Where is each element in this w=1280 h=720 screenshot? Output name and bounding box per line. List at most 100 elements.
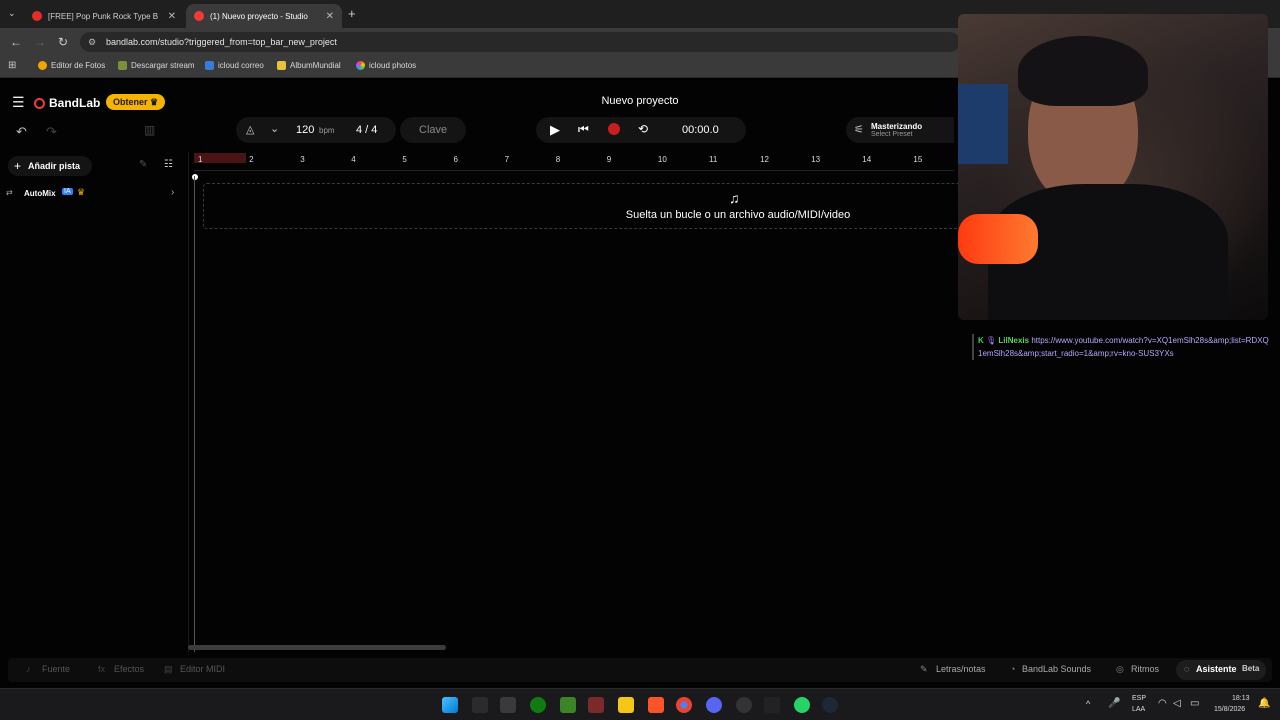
ruler-tick: 9 [606, 155, 612, 164]
obs-icon[interactable] [736, 697, 752, 713]
tempo-unit: bpm [319, 126, 335, 135]
ritmos-button[interactable]: Ritmos [1131, 664, 1159, 674]
bookmark-icloud-photos[interactable]: icloud photos [356, 61, 416, 70]
fx-icon: fx [98, 664, 106, 674]
keyboard-icon[interactable]: ▥ [144, 123, 155, 137]
chevron-down-icon[interactable]: ⌄ [270, 122, 279, 135]
widgets-icon[interactable] [472, 697, 488, 713]
brave-icon[interactable] [648, 697, 664, 713]
automix-icon: ⇄ [6, 188, 13, 197]
bookmark-label: AlbumMundial [290, 61, 341, 70]
mic-tray-icon[interactable]: 🎤 [1108, 698, 1120, 709]
ruler-tick: 11 [709, 155, 718, 164]
drop-zone[interactable] [203, 183, 963, 229]
store-icon[interactable] [500, 697, 516, 713]
notification-icon[interactable]: 🔔 [1258, 698, 1270, 709]
bookmark-icloud-correo[interactable]: icloud correo [205, 61, 264, 70]
redo-icon[interactable]: ↷ [46, 124, 57, 140]
bookmark-editor-fotos[interactable]: Editor de Fotos [38, 61, 105, 70]
record-icon[interactable] [608, 123, 620, 135]
clock-date: 15/8/2026 [1214, 706, 1246, 713]
loop-icon[interactable]: ⟲ [638, 122, 648, 136]
tray-chevron-icon[interactable]: ^ [1086, 699, 1090, 709]
photo-icon [38, 61, 47, 70]
horizontal-scrollbar[interactable] [188, 645, 446, 650]
crown-icon: ♛ [150, 97, 159, 107]
beta-badge: Beta [1242, 664, 1260, 673]
apps-grid-icon[interactable]: ⊞ [8, 60, 16, 71]
start-icon[interactable] [442, 697, 458, 713]
drop-zone-text: Suelta un bucle o un archivo audio/MIDI/… [625, 209, 851, 221]
url-input[interactable]: ⚙ bandlab.com/studio?triggered_from=top_… [80, 32, 960, 52]
lang-top[interactable]: ESP [1132, 695, 1146, 702]
playhead-line [194, 176, 195, 652]
site-info-icon[interactable]: ⚙ [88, 32, 96, 52]
bandlab-sounds-button[interactable]: BandLab Sounds [1022, 664, 1091, 674]
bandlab-logo[interactable]: BandLab [34, 96, 100, 110]
tab-youtube[interactable]: [FREE] Pop Punk Rock Type Bea ✕ [24, 4, 184, 28]
piano-icon: ▤ [164, 664, 173, 674]
reload-icon[interactable]: ↻ [58, 35, 68, 49]
wifi-icon[interactable]: ◠ [1158, 698, 1167, 709]
xbox-icon[interactable] [530, 697, 546, 713]
play-icon[interactable]: ▶ [550, 122, 560, 138]
menu-icon[interactable]: ☰ [12, 94, 25, 111]
mastering-subtitle: Select Preset [871, 131, 913, 138]
ruler-tick: 10 [657, 155, 667, 164]
file-explorer-icon[interactable] [618, 697, 634, 713]
mastering-title: Masterizando [871, 122, 923, 131]
bookmark-descargar-stream[interactable]: Descargar stream [118, 61, 195, 70]
arrange-icon[interactable]: ☷ [164, 159, 173, 170]
time-display: 00:00.0 [682, 124, 719, 136]
efectos-tab[interactable]: Efectos [114, 664, 144, 674]
timeline-ruler[interactable]: 1 2 3 4 5 6 7 8 9 10 11 12 13 14 15 [194, 153, 954, 171]
automix-row[interactable]: ⇄ AutoMix IA ♛ › [4, 186, 186, 202]
project-title[interactable]: Nuevo proyecto [560, 95, 720, 107]
add-track-button[interactable]: + Añadir pista [8, 156, 92, 176]
key-button[interactable]: Clave [400, 117, 466, 143]
close-tab-icon[interactable]: ✕ [326, 11, 334, 22]
time-signature[interactable]: 4 / 4 [356, 124, 377, 136]
tab-list-chevron-icon[interactable]: ⌄ [8, 8, 16, 19]
steam-icon[interactable] [822, 697, 838, 713]
bookmark-label: Editor de Fotos [51, 61, 106, 70]
new-tab-button[interactable]: + [348, 6, 356, 21]
chrome-icon[interactable] [676, 697, 692, 713]
volume-icon[interactable]: ◁ [1173, 698, 1181, 709]
instrument-icon: ♪ [26, 664, 31, 674]
photos-icon [356, 61, 365, 70]
rewind-icon[interactable]: ⏮ [578, 122, 589, 137]
tempo-value[interactable]: 120 [296, 124, 314, 136]
capcut-icon[interactable] [764, 697, 780, 713]
tab-bandlab[interactable]: (1) Nuevo proyecto - Studio ✕ [186, 4, 342, 28]
assistant-label: Asistente [1196, 664, 1237, 674]
assistant-button[interactable]: ◌ Asistente Beta [1176, 660, 1266, 680]
whatsapp-icon[interactable] [794, 697, 810, 713]
undo-icon[interactable]: ↶ [16, 124, 27, 140]
clock-time[interactable]: 18:13 [1232, 695, 1250, 702]
game-icon[interactable] [588, 697, 604, 713]
metronome-icon[interactable]: ◬ [246, 123, 254, 136]
forward-icon[interactable]: → [34, 35, 46, 49]
bookmark-albummundial[interactable]: AlbumMundial [277, 61, 341, 70]
fuente-tab[interactable]: Fuente [42, 664, 70, 674]
pencil-icon[interactable]: ✎ [139, 159, 147, 170]
close-tab-icon[interactable]: ✕ [168, 11, 176, 22]
battery-icon[interactable]: ▭ [1190, 698, 1199, 709]
back-icon[interactable]: ← [10, 35, 22, 49]
ruler-tick: 14 [862, 155, 872, 164]
discord-icon[interactable] [706, 697, 722, 713]
mastering-button[interactable]: ⚟ Masterizando Select Preset [846, 117, 954, 143]
ruler-tick: 3 [300, 155, 305, 164]
get-button-label: Obtener [113, 97, 148, 107]
editor-midi-tab[interactable]: Editor MIDI [180, 664, 225, 674]
chevron-right-icon: › [171, 187, 175, 198]
microphone [958, 214, 1038, 264]
sliders-icon: ⚟ [854, 124, 864, 136]
minecraft-icon[interactable] [560, 697, 576, 713]
windows-taskbar: ^ 🎤 ESP LAA ◠ ◁ ▭ 18:13 15/8/2026 🔔 [0, 688, 1280, 720]
streamer-hair [1018, 36, 1148, 106]
playhead-handle[interactable] [192, 174, 198, 180]
lyrics-button[interactable]: Letras/notas [936, 664, 986, 674]
get-membership-button[interactable]: Obtener ♛ [106, 94, 166, 110]
